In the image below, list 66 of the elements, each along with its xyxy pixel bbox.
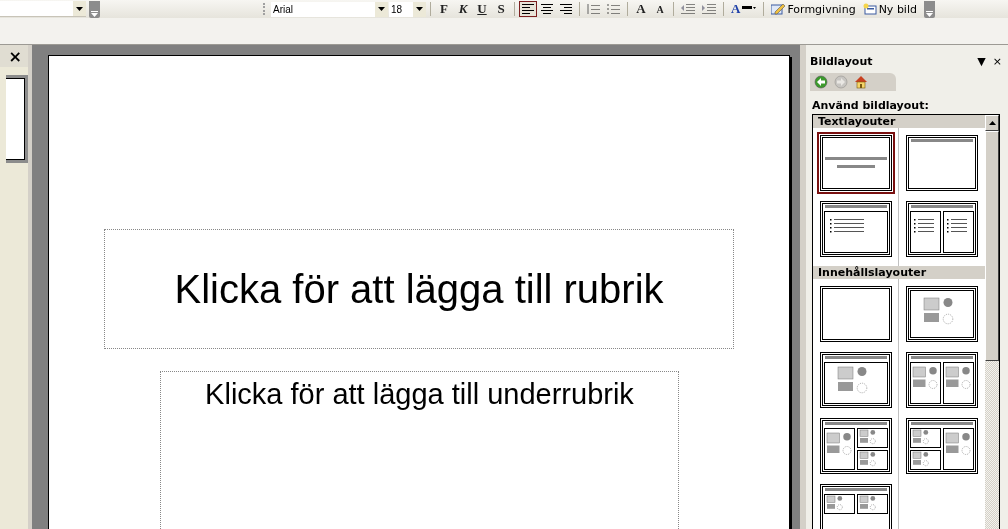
design-button[interactable]: Formgivning bbox=[768, 1, 859, 17]
align-right-icon bbox=[560, 4, 572, 14]
back-button[interactable] bbox=[812, 74, 830, 90]
layout-thumbnail-drawing bbox=[906, 352, 978, 408]
close-button[interactable]: × bbox=[0, 45, 28, 67]
layout-thumbnail-drawing bbox=[906, 418, 978, 474]
bulleted-list-icon bbox=[607, 4, 620, 14]
layout-option[interactable] bbox=[817, 349, 895, 411]
chevron-icon bbox=[925, 10, 933, 17]
decrease-indent-icon bbox=[681, 4, 695, 14]
subtitle-placeholder[interactable]: Klicka för att lägga till underrubrik bbox=[160, 371, 679, 529]
layout-option[interactable] bbox=[817, 283, 895, 345]
increase-indent-icon bbox=[702, 4, 716, 14]
align-left-icon bbox=[522, 4, 534, 14]
font-color-swatch-icon bbox=[742, 6, 757, 12]
align-center-button[interactable] bbox=[538, 1, 556, 17]
layout-option[interactable] bbox=[817, 415, 895, 477]
toolbar-options-button[interactable] bbox=[923, 0, 935, 18]
task-pane-title: Bildlayout bbox=[810, 54, 874, 68]
slide-thumbnail[interactable] bbox=[6, 75, 28, 163]
bold-button[interactable]: F bbox=[435, 1, 453, 17]
align-left-button[interactable] bbox=[519, 1, 537, 17]
layout-option[interactable] bbox=[903, 283, 981, 345]
section-header: Textlayouter bbox=[813, 115, 985, 128]
layout-thumbnail-drawing bbox=[906, 135, 978, 191]
section-header: Innehållslayouter bbox=[813, 266, 985, 279]
layout-option[interactable] bbox=[817, 481, 895, 529]
dropdown-arrow-icon bbox=[416, 7, 423, 11]
layout-thumbnail-drawing bbox=[820, 286, 892, 342]
font-size-dropdown[interactable]: 18 bbox=[389, 1, 426, 17]
dropdown-arrow-icon bbox=[378, 7, 385, 11]
layout-option[interactable] bbox=[903, 349, 981, 411]
font-dropdown[interactable]: Arial bbox=[271, 1, 388, 17]
scroll-up-icon bbox=[988, 121, 996, 125]
pencil-icon bbox=[771, 3, 786, 15]
align-center-icon bbox=[541, 4, 553, 14]
layout-thumbnail-drawing bbox=[820, 418, 892, 474]
pane-menu-button[interactable]: ▼ bbox=[975, 54, 988, 68]
layout-option[interactable] bbox=[903, 198, 981, 260]
close-button[interactable]: × bbox=[990, 54, 1004, 68]
numbered-list-icon bbox=[587, 4, 600, 14]
layout-thumbnail-drawing bbox=[820, 201, 892, 257]
shadow-button[interactable]: S bbox=[492, 1, 510, 17]
layout-option[interactable] bbox=[903, 132, 981, 194]
align-right-button[interactable] bbox=[557, 1, 575, 17]
font-color-button[interactable]: A bbox=[728, 1, 760, 17]
title-placeholder[interactable]: Klicka för att lägga till rubrik bbox=[104, 229, 734, 349]
shrink-font-button[interactable]: A bbox=[651, 1, 669, 17]
layout-thumbnail-drawing bbox=[820, 484, 892, 529]
layout-thumbnail-drawing bbox=[820, 352, 892, 408]
scrollbar[interactable] bbox=[985, 115, 999, 529]
chevron-icon bbox=[91, 10, 98, 17]
layout-heading: Använd bildlayout: bbox=[812, 99, 930, 112]
toolbar-options-button[interactable] bbox=[89, 0, 100, 18]
new-slide-button[interactable]: Ny bild bbox=[859, 1, 920, 17]
grow-font-button[interactable]: A bbox=[632, 1, 650, 17]
layout-thumbnail-drawing bbox=[906, 286, 978, 342]
dropdown-arrow-icon bbox=[76, 6, 83, 11]
layout-option[interactable] bbox=[903, 415, 981, 477]
layout-option[interactable] bbox=[817, 132, 895, 194]
italic-button[interactable]: K bbox=[454, 1, 472, 17]
layout-thumbnail-drawing bbox=[906, 201, 978, 257]
new-slide-icon bbox=[862, 3, 877, 15]
underline-button[interactable]: U bbox=[473, 1, 491, 17]
layout-option[interactable] bbox=[817, 198, 895, 260]
layout-thumbnail-drawing bbox=[820, 135, 892, 191]
